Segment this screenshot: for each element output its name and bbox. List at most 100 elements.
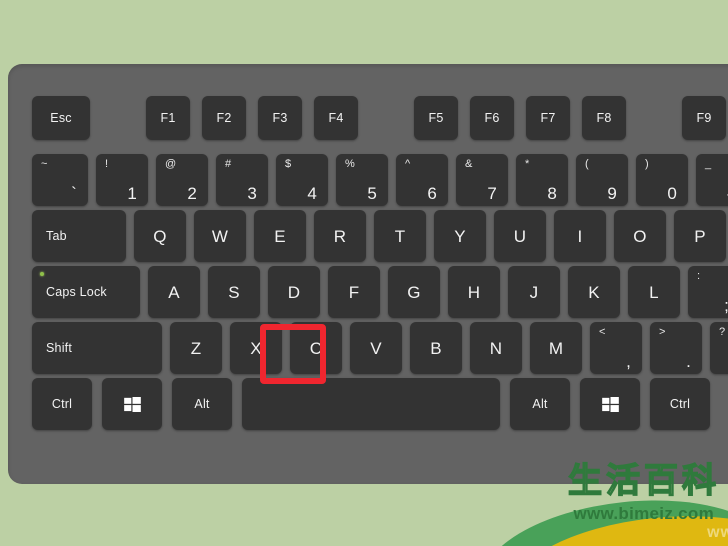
key-legend: D (287, 282, 301, 302)
key-f6[interactable]: F6 (470, 96, 514, 140)
key-p[interactable]: P (674, 210, 726, 262)
key-legend: H (467, 282, 481, 302)
key-e[interactable]: E (254, 210, 306, 262)
key-c[interactable]: C (290, 322, 342, 374)
key-f5[interactable]: F5 (414, 96, 458, 140)
key-f3[interactable]: F3 (258, 96, 302, 140)
key-space[interactable] (242, 378, 500, 430)
key-upper-legend: @ (165, 158, 177, 170)
key-r[interactable]: R (314, 210, 366, 262)
key-sym-3[interactable]: #3 (216, 154, 268, 206)
key-legend: Shift (46, 341, 73, 355)
key-legend: F8 (596, 111, 612, 125)
key-key[interactable] (580, 378, 640, 430)
watermark-url: www.bimeiz.com (573, 504, 714, 523)
key-sym-8[interactable]: * 8 (516, 154, 568, 206)
key-legend: F7 (540, 111, 556, 125)
key-k[interactable]: K (568, 266, 620, 318)
key-upper-legend: ! (105, 158, 109, 170)
key-lower-legend: ; (724, 297, 728, 314)
key-s[interactable]: S (208, 266, 260, 318)
key-lower-legend: 5 (367, 184, 377, 203)
key-sym-5[interactable]: % 5 (336, 154, 388, 206)
key-f7[interactable]: F7 (526, 96, 570, 140)
key-sym-0[interactable]: ) 0 (636, 154, 688, 206)
key-key[interactable] (102, 378, 162, 430)
key-f1[interactable]: F1 (146, 96, 190, 140)
key-tab[interactable]: Tab (32, 210, 126, 262)
key-sym-6[interactable]: ^ 6 (396, 154, 448, 206)
key-j[interactable]: J (508, 266, 560, 318)
key-g[interactable]: G (388, 266, 440, 318)
key-f2[interactable]: F2 (202, 96, 246, 140)
key-upper-legend: ( (585, 158, 589, 170)
key-sym-4[interactable]: $4 (276, 154, 328, 206)
key-caps-lock[interactable]: Caps Lock (32, 266, 140, 318)
key-legend: V (370, 338, 382, 358)
key-lower-legend: 8 (547, 184, 557, 203)
key-f8[interactable]: F8 (582, 96, 626, 140)
key-f4[interactable]: F4 (314, 96, 358, 140)
key-a[interactable]: A (148, 266, 200, 318)
key-legend: U (513, 226, 527, 246)
key-sym-–[interactable]: _– (696, 154, 728, 206)
key-w[interactable]: W (194, 210, 246, 262)
key-t[interactable]: T (374, 210, 426, 262)
key-alt[interactable]: Alt (172, 378, 232, 430)
keyboard-row-home-row: Caps LockASDFGHJKL:;"'Enter (8, 266, 728, 318)
key-shift[interactable]: Shift (32, 322, 162, 374)
key-legend: Ctrl (51, 397, 73, 411)
key-m[interactable]: M (530, 322, 582, 374)
key-u[interactable]: U (494, 210, 546, 262)
key-legend: S (228, 282, 240, 302)
key-h[interactable]: H (448, 266, 500, 318)
key-alt[interactable]: Alt (510, 378, 570, 430)
key-legend: F (348, 282, 360, 302)
key-legend: F3 (272, 111, 288, 125)
key-sym-.[interactable]: >. (650, 322, 702, 374)
key-o[interactable]: O (614, 210, 666, 262)
key-upper-legend: % (345, 158, 355, 170)
key-sym-9[interactable]: (9 (576, 154, 628, 206)
key-lower-legend: . (686, 352, 691, 371)
key-lower-legend: 7 (487, 184, 497, 203)
key-ctrl[interactable]: Ctrl (32, 378, 92, 430)
key-legend: X (250, 338, 262, 358)
key-sym-,[interactable]: <, (590, 322, 642, 374)
key-esc[interactable]: Esc (32, 96, 90, 140)
key-sym-7[interactable]: & 7 (456, 154, 508, 206)
key-lower-legend: 4 (307, 184, 317, 203)
key-sym-1[interactable]: ! 1 (96, 154, 148, 206)
key-z[interactable]: Z (170, 322, 222, 374)
key-f[interactable]: F (328, 266, 380, 318)
key-upper-legend: * (525, 158, 530, 170)
key-lower-legend: , (626, 352, 631, 371)
key-legend: F6 (484, 111, 500, 125)
key-n[interactable]: N (470, 322, 522, 374)
key-x[interactable]: X (230, 322, 282, 374)
key-ctrl[interactable]: Ctrl (650, 378, 710, 430)
key-legend: C (309, 338, 323, 358)
key-sym-;[interactable]: :; (688, 266, 728, 318)
key-i[interactable]: I (554, 210, 606, 262)
key-legend: E (274, 226, 286, 246)
key-l[interactable]: L (628, 266, 680, 318)
keyboard-row-bottom-row: Ctrl Alt Alt Ctrl (8, 378, 710, 430)
key-b[interactable]: B (410, 322, 462, 374)
key-legend: I (577, 226, 583, 246)
key-legend: Z (190, 338, 202, 358)
key-sym-`[interactable]: ~ ` (32, 154, 88, 206)
key-f9[interactable]: F9 (682, 96, 726, 140)
key-legend: F4 (328, 111, 344, 125)
key-legend: B (430, 338, 442, 358)
key-v[interactable]: V (350, 322, 402, 374)
key-d[interactable]: D (268, 266, 320, 318)
key-lower-legend: 9 (607, 184, 617, 203)
key-sym-2[interactable]: @2 (156, 154, 208, 206)
key-q[interactable]: Q (134, 210, 186, 262)
key-legend: Y (454, 226, 466, 246)
key-sym-/[interactable]: ?/ (710, 322, 728, 374)
key-upper-legend: ~ (41, 158, 48, 170)
key-legend: Alt (532, 397, 548, 411)
key-y[interactable]: Y (434, 210, 486, 262)
